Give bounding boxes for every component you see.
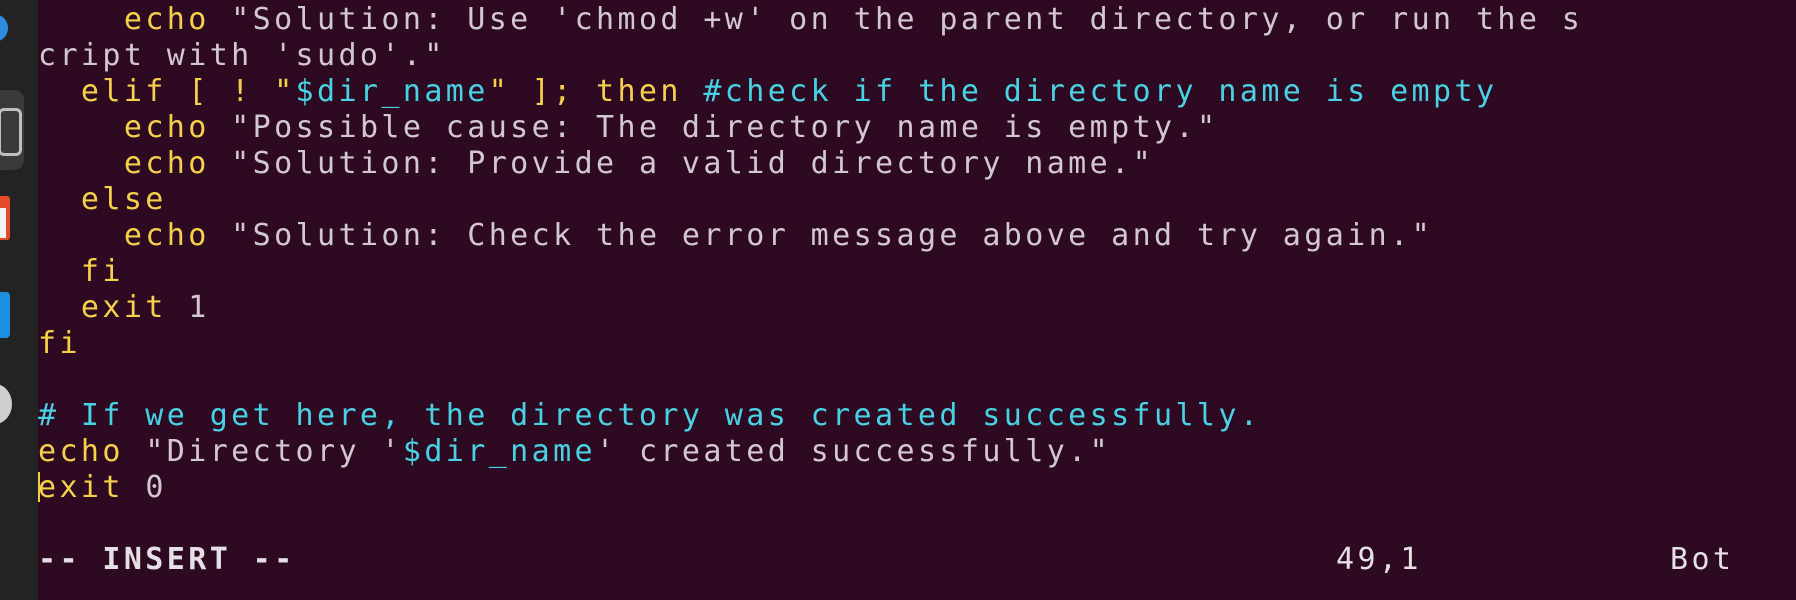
files-icon[interactable] <box>0 90 24 170</box>
dock <box>0 0 38 600</box>
code-token: fi <box>38 254 124 289</box>
code-token: " ]; then <box>488 74 704 109</box>
code-token: echo <box>123 2 210 37</box>
code-token: ' created successfully." <box>596 434 1112 469</box>
code-token: # If we get here, the directory was crea… <box>38 398 1262 433</box>
code-token: cript with 'sudo'." <box>38 38 446 73</box>
code-line[interactable]: elif [ ! "$dir_name" ]; then #check if t… <box>38 74 1497 110</box>
code-line[interactable]: else <box>38 182 167 218</box>
code-token: "Solution: Use 'chmod +w' on the parent … <box>209 2 1584 37</box>
code-line[interactable]: echo "Directory '$dir_name' created succ… <box>38 434 1111 470</box>
code-token: exit <box>38 290 167 325</box>
code-token: echo <box>123 146 210 181</box>
code-token: else <box>38 182 167 217</box>
code-line[interactable]: echo "Solution: Check the error message … <box>38 218 1433 254</box>
app-store-icon[interactable] <box>0 196 10 240</box>
code-line[interactable]: exit 0 <box>38 470 167 506</box>
disc-icon[interactable] <box>0 384 12 424</box>
browser-icon[interactable] <box>0 14 8 42</box>
code-line[interactable]: fi <box>38 254 124 290</box>
code-token: fi <box>38 326 81 361</box>
code-token: "Directory ' <box>123 434 403 469</box>
text-editor-icon[interactable] <box>0 292 10 338</box>
cursor-position: 49,1 <box>1336 542 1422 577</box>
code-line[interactable]: echo "Solution: Use 'chmod +w' on the pa… <box>38 2 1583 38</box>
vim-editor[interactable]: echo "Solution: Use 'chmod +w' on the pa… <box>38 0 1796 600</box>
code-line[interactable]: fi <box>38 326 81 362</box>
code-token: "Solution: Check the error message above… <box>209 218 1434 253</box>
scroll-indicator: Bot <box>1670 542 1735 577</box>
code-token: 0 <box>123 470 167 505</box>
code-token: echo <box>123 110 210 145</box>
code-token: $dir_name <box>402 434 597 469</box>
code-line[interactable]: # If we get here, the directory was crea… <box>38 398 1261 434</box>
code-line[interactable]: cript with 'sudo'." <box>38 38 446 74</box>
code-line[interactable]: echo "Possible cause: The directory name… <box>38 110 1218 146</box>
code-token: exit <box>38 470 124 505</box>
code-token: $dir_name <box>295 74 489 109</box>
code-line[interactable]: exit 1 <box>38 290 210 326</box>
code-token: echo <box>123 218 210 253</box>
vim-mode-indicator: -- INSERT -- <box>38 542 296 577</box>
code-token: #check if the directory name is empty <box>703 74 1498 109</box>
code-token: "Solution: Provide a valid directory nam… <box>209 146 1155 181</box>
code-token: "Possible cause: The directory name is e… <box>209 110 1219 145</box>
code-token: elif [ ! " <box>38 74 296 109</box>
code-line[interactable]: echo "Solution: Provide a valid director… <box>38 146 1154 182</box>
code-token: echo <box>38 434 124 469</box>
code-token: 1 <box>166 290 210 325</box>
